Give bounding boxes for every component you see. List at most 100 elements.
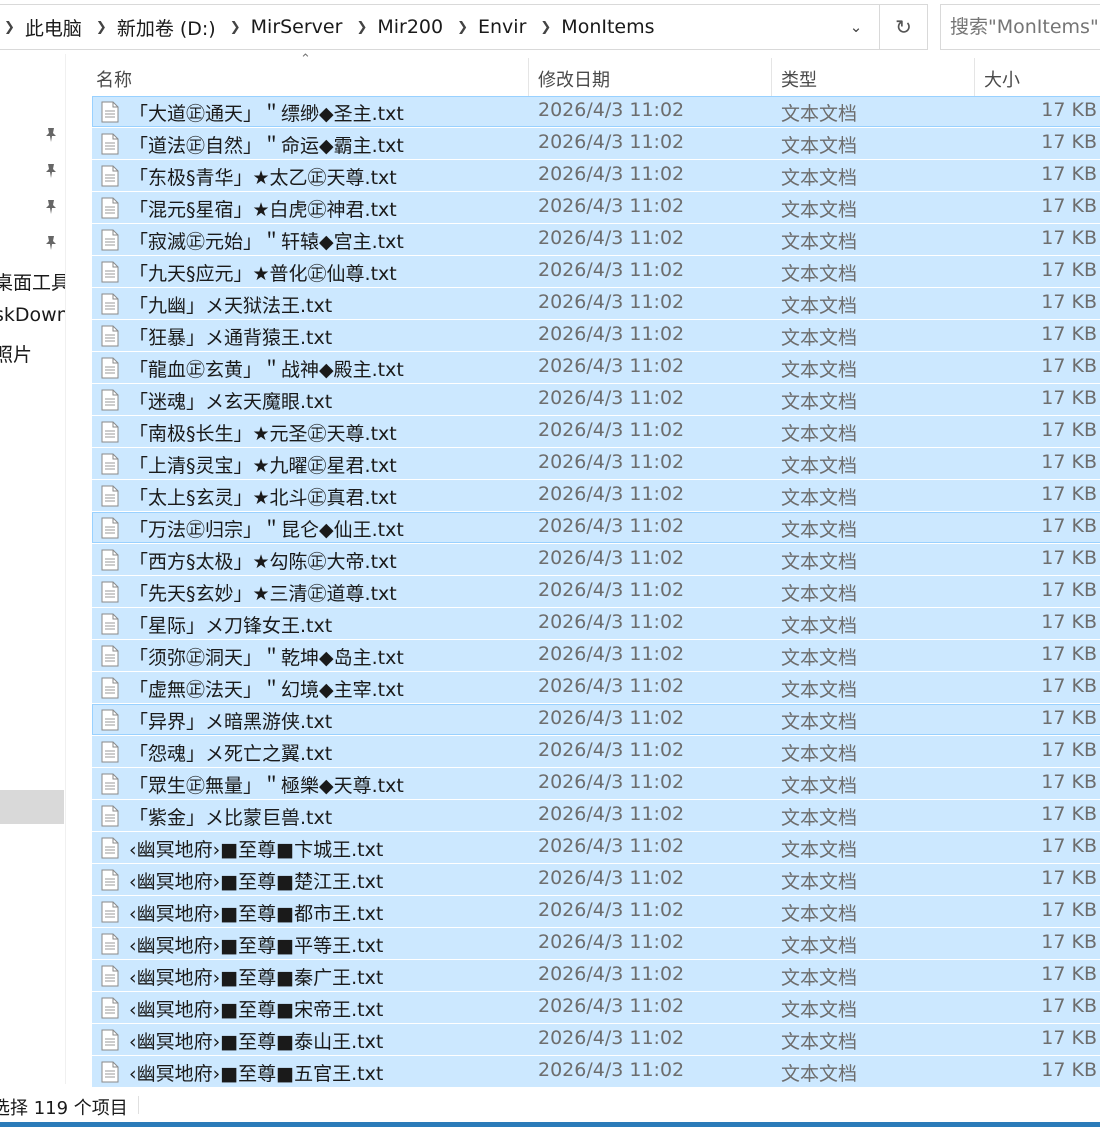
breadcrumb-monitems[interactable]: MonItems (561, 16, 654, 38)
column-divider[interactable] (974, 58, 975, 100)
file-type: 文本文档 (781, 647, 858, 669)
file-type: 文本文档 (781, 199, 858, 221)
file-size: 17 KB (1041, 547, 1097, 569)
table-row[interactable]: 「南极§长生」★元圣㊣天尊.txt 2026/4/3 11:02 文本文档 17 KB (92, 416, 1100, 447)
table-row[interactable]: ‹幽冥地府›■至尊■泰山王.txt 2026/4/3 11:02 文本文档 17 KB (92, 1024, 1100, 1055)
column-type[interactable]: 类型 (781, 66, 817, 92)
table-row[interactable]: 「寂滅㊣元始」＂轩辕◆宫主.txt 2026/4/3 11:02 文本文档 17 KB (92, 224, 1100, 255)
nav-item-selected[interactable] (0, 790, 64, 824)
table-row[interactable]: 「东极§青华」★太乙㊣天尊.txt 2026/4/3 11:02 文本文档 17 KB (92, 160, 1100, 191)
table-row[interactable]: ‹幽冥地府›■至尊■五官王.txt 2026/4/3 11:02 文本文档 17 KB (92, 1056, 1100, 1087)
file-name: 「虚無㊣法天」＂幻境◆主宰.txt (129, 679, 404, 701)
file-date: 2026/4/3 11:02 (538, 995, 685, 1017)
text-file-icon (101, 709, 119, 731)
pin-icon[interactable] (42, 234, 60, 252)
file-size: 17 KB (1041, 1027, 1097, 1049)
column-date[interactable]: 修改日期 (538, 66, 610, 92)
chevron-right-icon[interactable]: ❯ (457, 20, 468, 35)
text-file-icon (101, 933, 119, 955)
file-name: ‹幽冥地府›■至尊■五官王.txt (129, 1063, 384, 1085)
table-row[interactable]: ‹幽冥地府›■至尊■楚江王.txt 2026/4/3 11:02 文本文档 17 KB (92, 864, 1100, 895)
nav-item-desktop-tools[interactable]: 桌面工具 (0, 268, 65, 295)
file-type: 文本文档 (781, 263, 858, 285)
file-size: 17 KB (1041, 483, 1097, 505)
table-row[interactable]: 「怨魂」メ死亡之翼.txt 2026/4/3 11:02 文本文档 17 KB (92, 736, 1100, 767)
address-bar[interactable]: ❯ 此电脑 ❯ 新加卷 (D:) ❯ MirServer ❯ Mir200 ❯ … (0, 4, 880, 50)
table-row[interactable]: 「西方§太极」★勾陈㊣大帝.txt 2026/4/3 11:02 文本文档 17 KB (92, 544, 1100, 575)
file-size: 17 KB (1041, 931, 1097, 953)
file-date: 2026/4/3 11:02 (538, 195, 685, 217)
table-row[interactable]: 「异界」メ暗黑游侠.txt 2026/4/3 11:02 文本文档 17 KB (92, 704, 1100, 735)
file-name: 「太上§玄灵」★北斗㊣真君.txt (129, 487, 397, 509)
table-row[interactable]: 「上清§灵宝」★九曜㊣星君.txt 2026/4/3 11:02 文本文档 17 KB (92, 448, 1100, 479)
text-file-icon (101, 133, 119, 155)
file-size: 17 KB (1041, 515, 1097, 537)
file-name: 「眾生㊣無量」＂極樂◆天尊.txt (129, 775, 404, 797)
table-row[interactable]: 「大道㊣通天」＂缥缈◆圣主.txt 2026/4/3 11:02 文本文档 17 KB (92, 96, 1100, 127)
file-name: 「迷魂」メ玄天魔眼.txt (129, 391, 333, 413)
breadcrumb-mir200[interactable]: Mir200 (377, 16, 443, 38)
file-date: 2026/4/3 11:02 (538, 1027, 685, 1049)
table-row[interactable]: ‹幽冥地府›■至尊■卞城王.txt 2026/4/3 11:02 文本文档 17 KB (92, 832, 1100, 863)
table-row[interactable]: 「九天§应元」★普化㊣仙尊.txt 2026/4/3 11:02 文本文档 17 KB (92, 256, 1100, 287)
file-size: 17 KB (1041, 355, 1097, 377)
file-date: 2026/4/3 11:02 (538, 1059, 685, 1081)
table-row[interactable]: 「太上§玄灵」★北斗㊣真君.txt 2026/4/3 11:02 文本文档 17 KB (92, 480, 1100, 511)
text-file-icon (101, 293, 119, 315)
table-row[interactable]: 「龍血㊣玄黄」＂战神◆殿主.txt 2026/4/3 11:02 文本文档 17 KB (92, 352, 1100, 383)
chevron-right-icon[interactable]: ❯ (4, 20, 15, 35)
table-row[interactable]: 「万法㊣归宗」＂昆仑◆仙王.txt 2026/4/3 11:02 文本文档 17 KB (92, 512, 1100, 543)
table-row[interactable]: 「先天§玄妙」★三清㊣道尊.txt 2026/4/3 11:02 文本文档 17 KB (92, 576, 1100, 607)
file-type: 文本文档 (781, 999, 858, 1021)
table-row[interactable]: ‹幽冥地府›■至尊■都市王.txt 2026/4/3 11:02 文本文档 17 KB (92, 896, 1100, 927)
selection-count: 选择 119 个项目 (0, 1098, 128, 1119)
chevron-right-icon[interactable]: ❯ (230, 20, 241, 35)
search-input[interactable] (950, 16, 1100, 38)
column-size[interactable]: 大小 (984, 66, 1020, 92)
file-name: ‹幽冥地府›■至尊■楚江王.txt (129, 871, 384, 893)
breadcrumb-envir[interactable]: Envir (478, 16, 526, 38)
table-row[interactable]: 「须弥㊣洞天」＂乾坤◆岛主.txt 2026/4/3 11:02 文本文档 17 KB (92, 640, 1100, 671)
pin-icon[interactable] (42, 126, 60, 144)
table-row[interactable]: ‹幽冥地府›■至尊■平等王.txt 2026/4/3 11:02 文本文档 17 KB (92, 928, 1100, 959)
chevron-right-icon[interactable]: ❯ (356, 20, 367, 35)
table-row[interactable]: 「混元§星宿」★白虎㊣神君.txt 2026/4/3 11:02 文本文档 17 KB (92, 192, 1100, 223)
table-row[interactable]: 「虚無㊣法天」＂幻境◆主宰.txt 2026/4/3 11:02 文本文档 17 KB (92, 672, 1100, 703)
file-name: 「道法㊣自然」＂命运◆霸主.txt (129, 135, 404, 157)
column-name[interactable]: 名称 (96, 66, 132, 92)
table-row[interactable]: 「眾生㊣無量」＂極樂◆天尊.txt 2026/4/3 11:02 文本文档 17 KB (92, 768, 1100, 799)
table-row[interactable]: ‹幽冥地府›■至尊■秦广王.txt 2026/4/3 11:02 文本文档 17 KB (92, 960, 1100, 991)
nav-item-photos[interactable]: 照片 (0, 340, 32, 367)
breadcrumb: ❯ 此电脑 ❯ 新加卷 (D:) ❯ MirServer ❯ Mir200 ❯ … (0, 5, 833, 49)
search-box[interactable] (940, 4, 1100, 50)
table-row[interactable]: 「紫金」メ比蒙巨兽.txt 2026/4/3 11:02 文本文档 17 KB (92, 800, 1100, 831)
file-type: 文本文档 (781, 967, 858, 989)
table-row[interactable]: 「九幽」メ天狱法王.txt 2026/4/3 11:02 文本文档 17 KB (92, 288, 1100, 319)
file-name: 「异界」メ暗黑游侠.txt (129, 711, 333, 733)
table-row[interactable]: 「道法㊣自然」＂命运◆霸主.txt 2026/4/3 11:02 文本文档 17 KB (92, 128, 1100, 159)
table-row[interactable]: ‹幽冥地府›■至尊■宋帝王.txt 2026/4/3 11:02 文本文档 17 KB (92, 992, 1100, 1023)
chevron-down-icon[interactable]: ⌄ (833, 5, 879, 49)
text-file-icon (101, 997, 119, 1019)
column-divider[interactable] (771, 58, 772, 100)
breadcrumb-drive-d[interactable]: 新加卷 (D:) (117, 14, 216, 41)
file-size: 17 KB (1041, 707, 1097, 729)
file-name: 「狂暴」メ通背猿王.txt (129, 327, 333, 349)
table-row[interactable]: 「狂暴」メ通背猿王.txt 2026/4/3 11:02 文本文档 17 KB (92, 320, 1100, 351)
chevron-right-icon[interactable]: ❯ (540, 20, 551, 35)
text-file-icon (101, 101, 119, 123)
column-divider[interactable] (528, 58, 529, 100)
breadcrumb-this-pc[interactable]: 此电脑 (25, 14, 82, 41)
table-row[interactable]: 「星际」メ刀锋女王.txt 2026/4/3 11:02 文本文档 17 KB (92, 608, 1100, 639)
table-row[interactable]: 「迷魂」メ玄天魔眼.txt 2026/4/3 11:02 文本文档 17 KB (92, 384, 1100, 415)
chevron-right-icon[interactable]: ❯ (96, 20, 107, 35)
text-file-icon (101, 453, 119, 475)
file-size: 17 KB (1041, 643, 1097, 665)
refresh-icon[interactable]: ↻ (880, 4, 928, 50)
breadcrumb-mirserver[interactable]: MirServer (251, 16, 343, 38)
pin-icon[interactable] (42, 198, 60, 216)
file-date: 2026/4/3 11:02 (538, 227, 685, 249)
navigation-pane: 桌面工具 skDown 照片 (0, 54, 66, 1084)
nav-item-taskdown[interactable]: skDown (0, 304, 65, 326)
pin-icon[interactable] (42, 162, 60, 180)
